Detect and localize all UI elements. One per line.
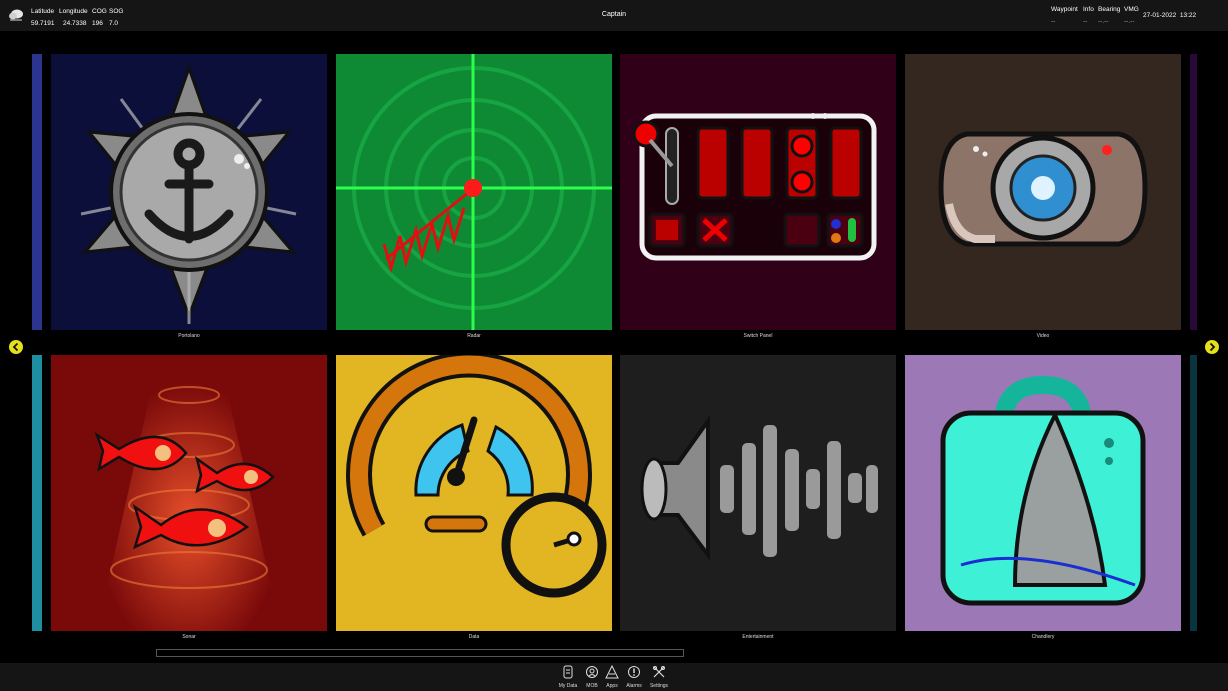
date-value: 27-01-2022 xyxy=(1143,12,1177,19)
gauge-icon xyxy=(346,355,607,598)
switch-panel-icon xyxy=(632,113,877,261)
info-label: Info xyxy=(1083,6,1094,13)
bearing-value: --.-- xyxy=(1098,18,1109,25)
bearing-label: Bearing xyxy=(1098,6,1121,13)
app-tile-portolano[interactable] xyxy=(51,54,327,330)
next-page-peek xyxy=(1190,355,1197,631)
app-tile-entertainment[interactable] xyxy=(620,355,896,631)
settings-icon xyxy=(653,666,665,678)
chevron-left-icon xyxy=(12,342,19,352)
app-label-data: Data xyxy=(468,634,480,640)
vmg-value: --.-- xyxy=(1124,18,1135,25)
chevron-right-icon xyxy=(1209,342,1216,352)
app-tile-video[interactable] xyxy=(905,54,1181,330)
previous-page-button[interactable] xyxy=(9,340,23,354)
data-icon xyxy=(563,665,573,679)
cog-value: 196 xyxy=(92,20,103,27)
next-page-button[interactable] xyxy=(1205,340,1219,354)
app-label-entertainment: Entertainment xyxy=(742,634,774,640)
apps-icon xyxy=(605,665,619,679)
fish-sonar-icon xyxy=(94,355,281,631)
time-value: 13:22 xyxy=(1179,12,1197,19)
dock-settings[interactable]: Settings xyxy=(644,664,674,691)
app-tile-data[interactable] xyxy=(336,355,612,631)
page-title: Captain xyxy=(601,11,627,18)
prev-page-peek xyxy=(32,355,42,631)
waypoint-label: Waypoint xyxy=(1051,6,1078,13)
radar-icon xyxy=(336,54,612,330)
sog-value: 7.0 xyxy=(109,20,119,27)
dock-label-settings: Settings xyxy=(649,683,669,689)
app-label-video: Video xyxy=(1036,333,1050,339)
speaker-icon xyxy=(640,414,878,561)
date-time: 27-01-2022 13:22 xyxy=(1143,12,1196,19)
alarm-icon xyxy=(628,666,640,678)
next-page-peek xyxy=(1190,54,1197,330)
app-label-portolano: Portolano xyxy=(178,333,200,339)
vmg-label: VMG xyxy=(1124,6,1139,13)
app-tile-switch-panel[interactable] xyxy=(620,54,896,330)
latitude-value: 59.7191 xyxy=(31,20,55,27)
app-label-chandlery: Chandlery xyxy=(1031,634,1055,640)
camera-icon xyxy=(938,131,1148,247)
waypoint-value: -- xyxy=(1051,18,1056,25)
app-tile-sonar[interactable] xyxy=(51,355,327,631)
app-label-sonar: Sonar xyxy=(182,634,196,640)
horizontal-scrollbar[interactable] xyxy=(156,649,684,657)
info-value: -- xyxy=(1083,18,1088,25)
app-label-switch-panel: Switch Panel xyxy=(743,333,773,339)
app-tile-radar[interactable] xyxy=(336,54,612,330)
prev-page-peek xyxy=(32,54,42,330)
bottom-dock: My Data MOB Apps Alarms Settings xyxy=(0,663,1228,691)
anchor-badge-icon xyxy=(80,63,297,324)
app-label-radar: Radar xyxy=(467,333,481,339)
top-bar: Latitude 59.7191 Longitude 24.7338 COG 1… xyxy=(0,0,1228,31)
longitude-value: 24.7338 xyxy=(63,20,87,27)
app-tile-chandlery[interactable] xyxy=(905,355,1181,631)
shopping-bag-icon xyxy=(940,375,1146,606)
